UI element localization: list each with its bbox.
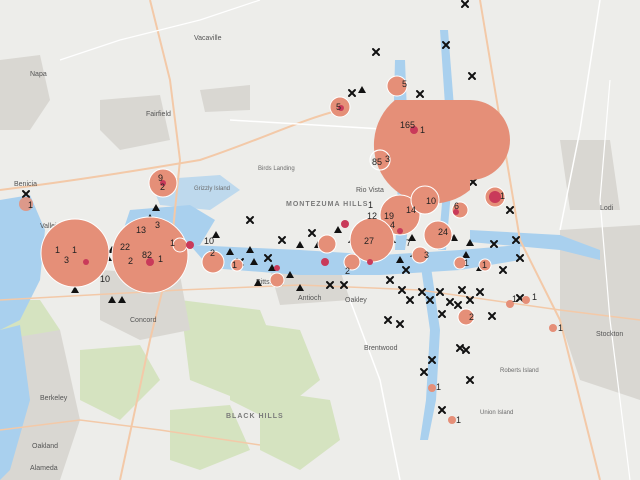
label-lodi: Lodi xyxy=(600,205,614,212)
label-union-island: Union Island xyxy=(480,410,513,416)
cluster-count: 1 xyxy=(420,125,425,135)
cluster-count: 14 xyxy=(406,205,416,215)
cluster-count: 1 xyxy=(232,260,237,270)
label-roberts-island: Roberts Island xyxy=(500,368,539,374)
label-alameda: Alameda xyxy=(30,465,58,472)
cluster-count: 7 xyxy=(406,238,411,248)
cluster-count: 2 xyxy=(469,312,474,322)
cluster-bubble[interactable] xyxy=(317,234,337,254)
label-vacaville: Vacaville xyxy=(194,35,222,42)
cluster-count: 1 xyxy=(436,382,441,392)
cluster-bubble[interactable] xyxy=(448,416,456,424)
cluster-bubble[interactable] xyxy=(549,324,557,332)
label-black-hills: BLACK HILLS xyxy=(226,413,284,420)
cluster-count: 3 xyxy=(424,250,429,260)
label-berkeley: Berkeley xyxy=(40,395,68,402)
map-canvas[interactable]: Napa Fairfield Vacaville Benicia Vallejo… xyxy=(0,0,640,480)
cluster-count: 1 xyxy=(170,238,175,248)
cluster-count: 10 xyxy=(204,236,214,246)
cluster-count: 1 xyxy=(512,294,517,304)
cluster-count: 4 xyxy=(390,220,395,230)
label-concord: Concord xyxy=(130,317,157,324)
label-brentwood: Brentwood xyxy=(364,345,398,352)
cluster-count: 6 xyxy=(454,201,459,211)
label-rio-vista: Rio Vista xyxy=(356,187,384,194)
label-oakley: Oakley xyxy=(345,297,367,304)
cluster-count: 3 xyxy=(64,255,69,265)
cluster-count: 1 xyxy=(72,245,77,255)
cluster-count: 12 xyxy=(367,211,377,221)
label-birds-landing: Birds Landing xyxy=(258,166,295,172)
cluster-count: 1 xyxy=(558,323,563,333)
cluster-count: 2 xyxy=(160,182,165,192)
cluster-count: 2 xyxy=(210,248,215,258)
cluster-count: 1 xyxy=(456,415,461,425)
cluster-count: 24 xyxy=(438,227,448,237)
cluster-count: 3 xyxy=(155,220,160,230)
label-antioch: Antioch xyxy=(298,295,321,302)
cluster-count: 10 xyxy=(426,196,436,206)
cluster-count: 1 xyxy=(368,200,373,210)
cluster-count: 27 xyxy=(364,236,374,246)
label-fairfield: Fairfield xyxy=(146,111,171,118)
cluster-bubble[interactable] xyxy=(172,237,188,253)
label-grizzly-island: Grizzly Island xyxy=(194,186,230,192)
cluster-count: 1 xyxy=(500,191,505,201)
cluster-count: 5 xyxy=(336,102,341,112)
cluster-bubble[interactable] xyxy=(428,384,436,392)
cluster-count: 165 xyxy=(400,120,415,130)
cluster-count: 2 xyxy=(345,266,350,276)
cluster-count: 1 xyxy=(158,254,163,264)
cluster-count: 1 xyxy=(532,292,537,302)
label-stockton: Stockton xyxy=(596,331,623,338)
cluster-bubble[interactable] xyxy=(269,272,285,288)
label-montezuma-hills: MONTEZUMA HILLS xyxy=(286,201,368,208)
cluster-count: 1 xyxy=(464,258,469,268)
cluster-count: 2 xyxy=(128,256,133,266)
cluster-count: 22 xyxy=(120,242,130,252)
label-oakland: Oakland xyxy=(32,443,58,450)
cluster-count: 13 xyxy=(136,225,146,235)
label-benicia: Benicia xyxy=(14,181,37,188)
label-napa: Napa xyxy=(30,71,47,78)
cluster-count: 1 xyxy=(28,200,33,210)
cluster-count: 82 xyxy=(142,250,152,260)
cluster-count: 3 xyxy=(385,154,390,164)
cluster-count: 5 xyxy=(402,79,407,89)
cluster-bubble[interactable] xyxy=(522,296,530,304)
cluster-count: 10 xyxy=(100,274,110,284)
cluster-count: 1 xyxy=(55,245,60,255)
cluster-count: 1 xyxy=(482,260,487,270)
cluster-count: 85 xyxy=(372,157,382,167)
